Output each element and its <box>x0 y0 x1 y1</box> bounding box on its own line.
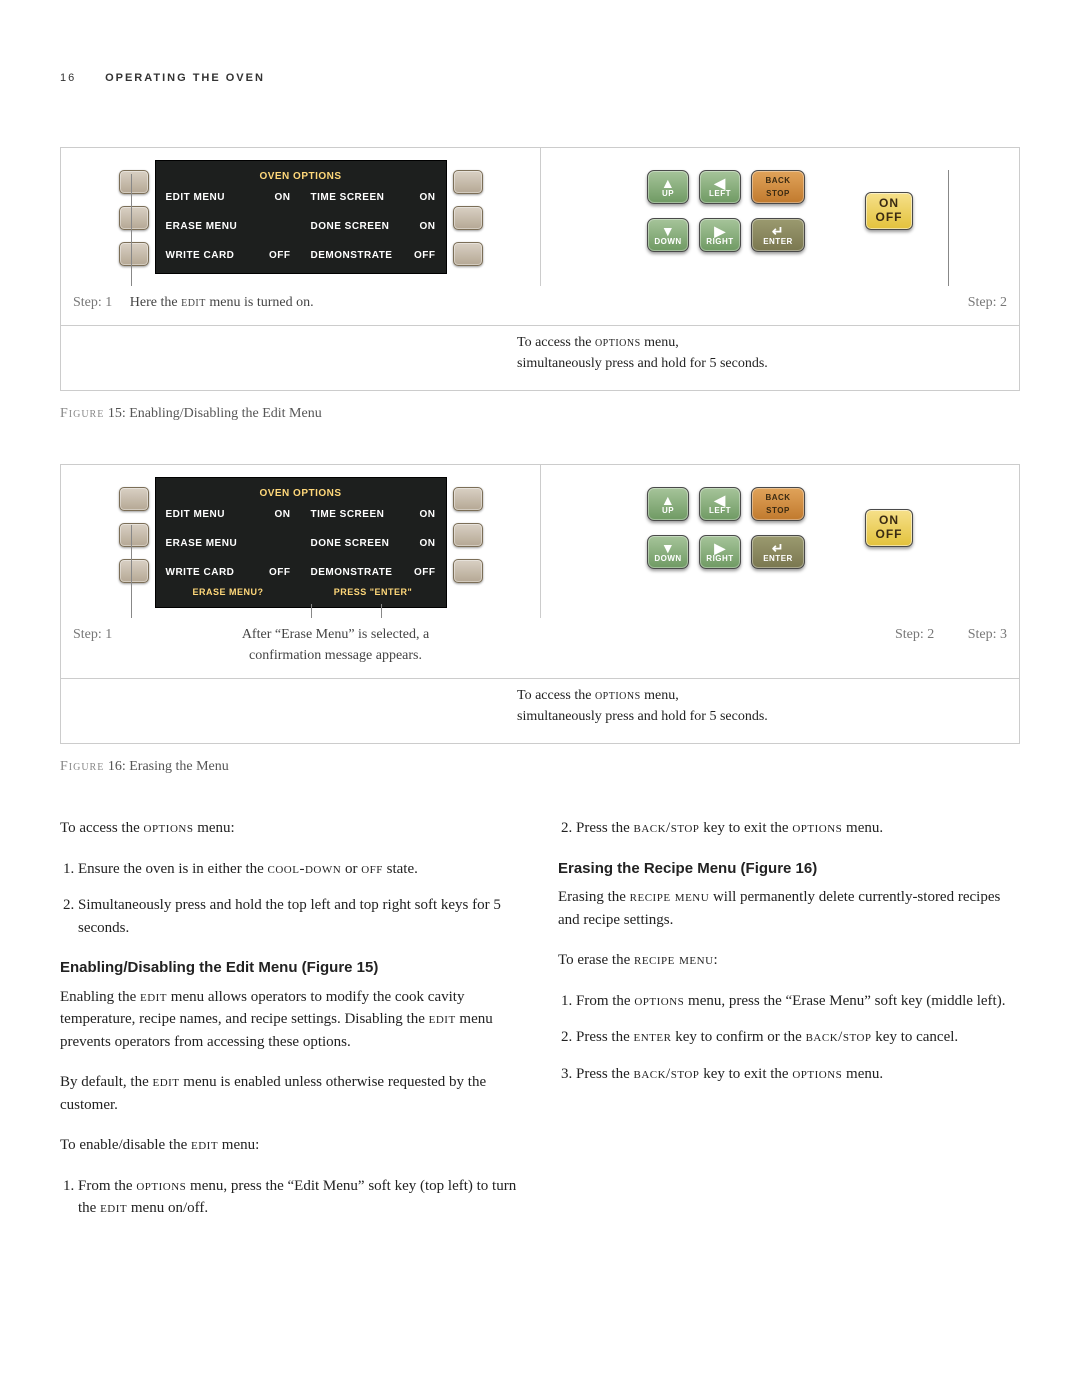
step-label: Step: 1 <box>73 295 112 310</box>
screen-title: OVEN OPTIONS <box>156 169 446 188</box>
keypad: ▲ UP ▼ DOWN ◀ LEFT ▶ RIGHT <box>551 160 1009 262</box>
section-title: OPERATING THE OVEN <box>105 72 265 84</box>
step-label: Step: 1 <box>73 624 143 666</box>
paragraph: To access the options menu: <box>60 817 522 840</box>
screen-footer-left: ERASE MENU? <box>156 586 301 600</box>
figure-footer: To access the options menu, simultaneous… <box>517 326 989 390</box>
left-softkeys <box>113 477 155 593</box>
on-off-button[interactable]: ON OFF <box>865 192 913 230</box>
subheading: Erasing the Recipe Menu (Figure 16) <box>558 858 1020 881</box>
page-number: 16 <box>60 70 100 87</box>
softkey[interactable] <box>119 206 149 230</box>
enter-button[interactable]: ↵ENTER <box>751 535 805 569</box>
list-item: From the options menu, press the “Edit M… <box>78 1175 522 1220</box>
paragraph: By default, the edit menu is enabled unl… <box>60 1071 522 1116</box>
figure-15: OVEN OPTIONS EDIT MENUON TIME SCREENON E… <box>60 147 1020 391</box>
softkey[interactable] <box>119 487 149 511</box>
softkey[interactable] <box>453 523 483 547</box>
ordered-list: Ensure the oven is in either the cool-do… <box>60 858 522 940</box>
figure-footer: To access the options menu, simultaneous… <box>517 679 989 743</box>
down-button[interactable]: ▼DOWN <box>647 535 689 569</box>
screen-title: OVEN OPTIONS <box>156 486 446 505</box>
list-item: Simultaneously press and hold the top le… <box>78 894 522 939</box>
page-header: 16 OPERATING THE OVEN <box>60 70 1020 87</box>
left-softkeys <box>113 160 155 276</box>
ordered-list: From the options menu, press the “Edit M… <box>60 1175 522 1220</box>
ordered-list: Press the back/stop key to exit the opti… <box>558 817 1020 840</box>
paragraph: Enabling the edit menu allows operators … <box>60 986 522 1054</box>
step-label: Step: 2 <box>968 292 1007 313</box>
back-stop-button[interactable]: BACK STOP <box>751 487 805 521</box>
right-softkeys <box>447 160 489 276</box>
enter-icon: ↵ <box>752 224 804 238</box>
body-text: To access the options menu: Ensure the o… <box>60 817 1020 1238</box>
down-button[interactable]: ▼ DOWN <box>647 218 689 252</box>
screen-footer-right: PRESS "ENTER" <box>301 586 446 600</box>
triangle-down-icon: ▼ <box>648 224 688 238</box>
paragraph: Erasing the recipe menu will permanently… <box>558 886 1020 931</box>
softkey[interactable] <box>453 206 483 230</box>
back-stop-button[interactable]: BACK STOP <box>751 170 805 204</box>
left-button[interactable]: ◀ LEFT <box>699 170 741 204</box>
paragraph: To enable/disable the edit menu: <box>60 1134 522 1157</box>
list-item: Press the enter key to confirm or the ba… <box>576 1026 1020 1049</box>
enter-button[interactable]: ↵ ENTER <box>751 218 805 252</box>
on-off-button[interactable]: ON OFF <box>865 509 913 547</box>
softkey[interactable] <box>453 170 483 194</box>
softkey[interactable] <box>119 170 149 194</box>
softkey[interactable] <box>119 523 149 547</box>
oven-screen: OVEN OPTIONS EDIT MENUON TIME SCREENON E… <box>155 477 447 609</box>
triangle-up-icon: ▲ <box>648 176 688 190</box>
step-caption: Here the edit menu is turned on. <box>130 295 314 310</box>
list-item: Press the back/stop key to exit the opti… <box>576 817 1020 840</box>
right-button[interactable]: ▶RIGHT <box>699 535 741 569</box>
softkey[interactable] <box>453 487 483 511</box>
up-button[interactable]: ▲ UP <box>647 170 689 204</box>
triangle-right-icon: ▶ <box>700 224 740 238</box>
left-button[interactable]: ◀LEFT <box>699 487 741 521</box>
figure-caption: Figure 15: Enabling/Disabling the Edit M… <box>60 403 1020 424</box>
subheading: Enabling/Disabling the Edit Menu (Figure… <box>60 957 522 980</box>
figure-caption: Figure 16: Erasing the Menu <box>60 756 1020 777</box>
right-softkeys <box>447 477 489 593</box>
step-label: Step: 3 <box>968 624 1007 645</box>
step-caption: After “Erase Menu” is selected, a confir… <box>143 624 528 666</box>
ordered-list: From the options menu, press the “Erase … <box>558 990 1020 1086</box>
softkey[interactable] <box>119 242 149 266</box>
oven-screen: OVEN OPTIONS EDIT MENUON TIME SCREENON E… <box>155 160 447 274</box>
right-button[interactable]: ▶ RIGHT <box>699 218 741 252</box>
list-item: Ensure the oven is in either the cool-do… <box>78 858 522 881</box>
softkey[interactable] <box>119 559 149 583</box>
keypad: ▲UP ▼DOWN ◀LEFT ▶RIGHT BACK STOP ↵ENTER … <box>551 477 1009 579</box>
softkey[interactable] <box>453 242 483 266</box>
step-label: Step: 2 <box>895 624 934 645</box>
softkey[interactable] <box>453 559 483 583</box>
paragraph: To erase the recipe menu: <box>558 949 1020 972</box>
figure-16: OVEN OPTIONS EDIT MENUON TIME SCREENON E… <box>60 464 1020 745</box>
list-item: From the options menu, press the “Erase … <box>576 990 1020 1013</box>
up-button[interactable]: ▲UP <box>647 487 689 521</box>
triangle-left-icon: ◀ <box>700 176 740 190</box>
list-item: Press the back/stop key to exit the opti… <box>576 1063 1020 1086</box>
